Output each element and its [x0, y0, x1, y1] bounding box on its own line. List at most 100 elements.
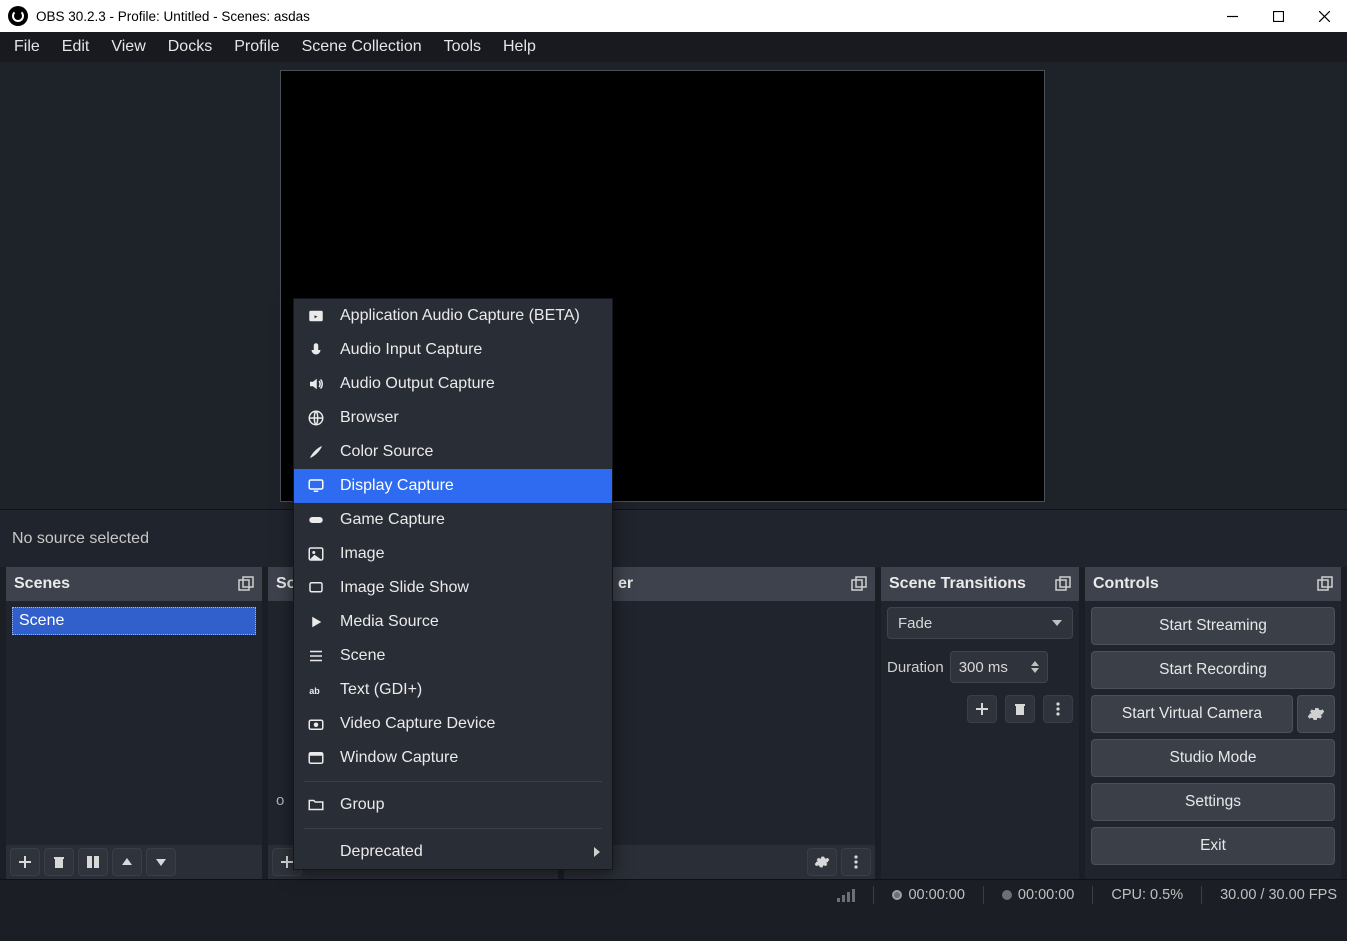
- scene-transitions-dock: Scene Transitions Fade Duration 300 ms: [881, 567, 1079, 879]
- scenes-dock-header: Scenes: [6, 567, 262, 601]
- transition-add-button[interactable]: [967, 695, 997, 723]
- window-close-button[interactable]: [1301, 0, 1347, 32]
- audio-mixer-title-tail: er: [618, 575, 633, 593]
- ctx-label: Video Capture Device: [340, 715, 495, 733]
- stream-time-status: 00:00:00: [892, 887, 964, 903]
- transition-select[interactable]: Fade: [887, 607, 1073, 639]
- popout-icon[interactable]: [851, 576, 867, 592]
- transition-duration-input[interactable]: 300 ms: [950, 651, 1048, 683]
- menu-scene-collection[interactable]: Scene Collection: [292, 34, 432, 60]
- menu-edit[interactable]: Edit: [52, 34, 100, 60]
- window-title: OBS 30.2.3 - Profile: Untitled - Scenes:…: [36, 9, 310, 24]
- transitions-header: Scene Transitions: [881, 567, 1079, 601]
- ctx-image-slideshow[interactable]: Image Slide Show: [294, 571, 612, 605]
- scene-add-button[interactable]: [10, 848, 40, 876]
- transition-select-value: Fade: [898, 615, 932, 632]
- ctx-label: Media Source: [340, 613, 439, 631]
- app-audio-icon: [306, 307, 326, 325]
- list-icon: [306, 647, 326, 665]
- chevron-down-icon: [1052, 620, 1062, 626]
- spinner-icon: [1031, 661, 1039, 673]
- sources-truncated-text: o: [276, 792, 284, 809]
- brush-icon: [306, 443, 326, 461]
- ctx-media-source[interactable]: Media Source: [294, 605, 612, 639]
- studio-mode-button[interactable]: Studio Mode: [1091, 739, 1335, 777]
- source-properties-strip: No source selected: [0, 510, 1347, 567]
- exit-button[interactable]: Exit: [1091, 827, 1335, 865]
- menu-tools[interactable]: Tools: [434, 34, 491, 60]
- text-icon: ab: [306, 681, 326, 699]
- ctx-color-source[interactable]: Color Source: [294, 435, 612, 469]
- ctx-separator: [304, 828, 602, 829]
- ctx-window-capture[interactable]: Window Capture: [294, 741, 612, 775]
- ctx-deprecated[interactable]: Deprecated: [294, 835, 612, 869]
- transition-more-button[interactable]: [1043, 695, 1073, 723]
- settings-button[interactable]: Settings: [1091, 783, 1335, 821]
- transitions-title: Scene Transitions: [889, 575, 1026, 593]
- ctx-browser[interactable]: Browser: [294, 401, 612, 435]
- menu-view[interactable]: View: [101, 34, 155, 60]
- ctx-label: Display Capture: [340, 477, 454, 495]
- folder-icon: [306, 796, 326, 814]
- ctx-audio-output-capture[interactable]: Audio Output Capture: [294, 367, 612, 401]
- ctx-scene[interactable]: Scene: [294, 639, 612, 673]
- ctx-label: Browser: [340, 409, 399, 427]
- scene-item[interactable]: Scene: [12, 607, 256, 635]
- controls-dock: Controls Start Streaming Start Recording…: [1085, 567, 1341, 879]
- scenes-list[interactable]: Scene: [6, 601, 262, 845]
- ctx-label: Audio Input Capture: [340, 341, 482, 359]
- menu-file[interactable]: File: [4, 34, 50, 60]
- popout-icon[interactable]: [1055, 576, 1071, 592]
- virtual-camera-settings-button[interactable]: [1297, 695, 1335, 733]
- globe-icon: [306, 409, 326, 427]
- ctx-video-capture-device[interactable]: Video Capture Device: [294, 707, 612, 741]
- window-maximize-button[interactable]: [1255, 0, 1301, 32]
- stream-dot-icon: [892, 890, 902, 900]
- ctx-app-audio-capture[interactable]: Application Audio Capture (BETA): [294, 299, 612, 333]
- ctx-game-capture[interactable]: Game Capture: [294, 503, 612, 537]
- image-icon: [306, 545, 326, 563]
- docks-row: Scenes Scene So o . er: [0, 567, 1347, 879]
- window-minimize-button[interactable]: [1209, 0, 1255, 32]
- ctx-label: Scene: [340, 647, 385, 665]
- svg-text:ab: ab: [309, 686, 320, 696]
- mic-icon: [306, 341, 326, 359]
- ctx-group[interactable]: Group: [294, 788, 612, 822]
- ctx-label: Group: [340, 796, 384, 814]
- transition-delete-button[interactable]: [1005, 695, 1035, 723]
- controls-header: Controls: [1085, 567, 1341, 601]
- statusbar: 00:00:00 00:00:00 CPU: 0.5% 30.00 / 30.0…: [0, 879, 1347, 909]
- ctx-label: Text (GDI+): [340, 681, 422, 699]
- menu-docks[interactable]: Docks: [158, 34, 222, 60]
- menubar: File Edit View Docks Profile Scene Colle…: [0, 32, 1347, 62]
- ctx-label: Audio Output Capture: [340, 375, 495, 393]
- popout-icon[interactable]: [238, 576, 254, 592]
- record-time-status: 00:00:00: [1002, 887, 1074, 903]
- start-virtual-camera-button[interactable]: Start Virtual Camera: [1091, 695, 1293, 733]
- start-recording-button[interactable]: Start Recording: [1091, 651, 1335, 689]
- popout-icon[interactable]: [1317, 576, 1333, 592]
- mixer-more-button[interactable]: [841, 848, 871, 876]
- start-streaming-button[interactable]: Start Streaming: [1091, 607, 1335, 645]
- menu-profile[interactable]: Profile: [224, 34, 289, 60]
- scene-up-button[interactable]: [112, 848, 142, 876]
- ctx-text-gdi[interactable]: ab Text (GDI+): [294, 673, 612, 707]
- menu-help[interactable]: Help: [493, 34, 546, 60]
- mixer-gear-button[interactable]: [807, 848, 837, 876]
- chevron-right-icon: [594, 847, 600, 857]
- scenes-footer: [6, 845, 262, 879]
- scene-filter-button[interactable]: [78, 848, 108, 876]
- fps-status: 30.00 / 30.00 FPS: [1220, 887, 1337, 903]
- no-source-label: No source selected: [12, 530, 149, 548]
- app-logo-icon: [8, 6, 28, 26]
- controls-body: Start Streaming Start Recording Start Vi…: [1085, 601, 1341, 879]
- scene-down-button[interactable]: [146, 848, 176, 876]
- ctx-display-capture[interactable]: Display Capture: [294, 469, 612, 503]
- add-source-context-menu: Application Audio Capture (BETA) Audio I…: [293, 298, 613, 870]
- gamepad-icon: [306, 511, 326, 529]
- network-bars-icon: [837, 888, 855, 902]
- ctx-audio-input-capture[interactable]: Audio Input Capture: [294, 333, 612, 367]
- transition-duration-value: 300 ms: [959, 659, 1008, 676]
- ctx-image[interactable]: Image: [294, 537, 612, 571]
- scene-delete-button[interactable]: [44, 848, 74, 876]
